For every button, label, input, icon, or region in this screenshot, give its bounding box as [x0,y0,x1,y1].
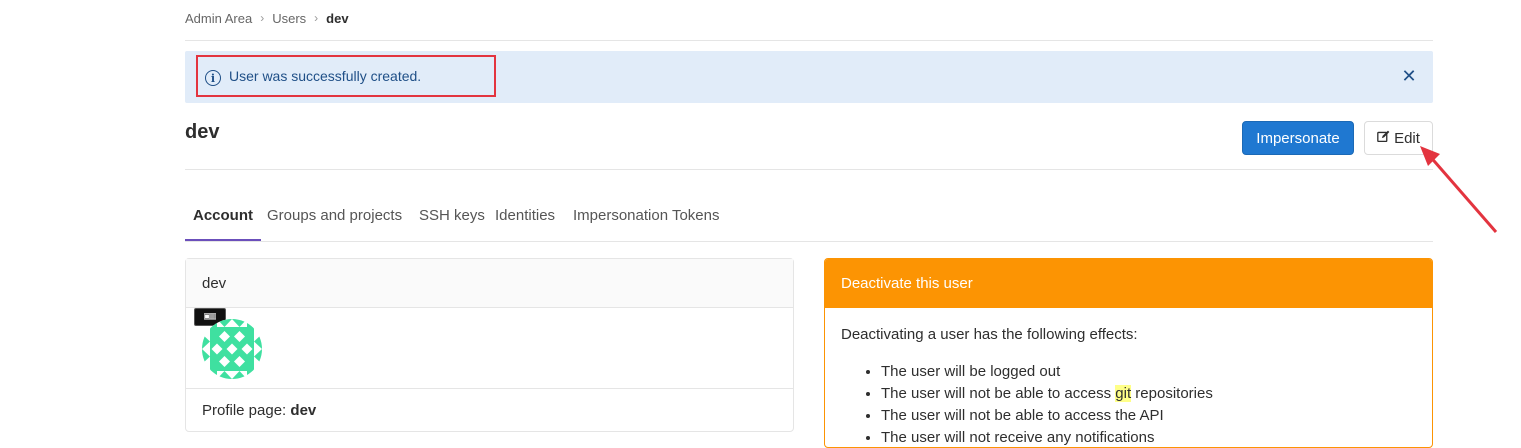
flash-message: User was successfully created. [229,68,422,84]
account-card-header: dev [186,259,793,308]
avatar-section: ▣▥ [186,308,793,389]
profile-page-row: Profile page: dev [186,389,793,432]
divider [185,40,1433,41]
flash-notice: i User was successfully created. ✕ [185,51,1433,103]
close-icon[interactable]: ✕ [1401,66,1417,86]
search-highlight: git [1115,385,1132,402]
user-tabs: Account Groups and projects SSH keys Ide… [185,198,1433,242]
tab-account[interactable]: Account [185,198,261,241]
breadcrumb-users[interactable]: Users [272,11,306,26]
info-circle-icon: i [205,70,221,86]
deactivate-card-header: Deactivate this user [825,259,1432,308]
tab-identities[interactable]: Identities [495,198,555,241]
account-card: dev ▣▥ Profile page: dev [185,258,794,432]
list-item: The user will not be able to access git … [881,383,1416,405]
deactivate-card-body: Deactivating a user has the following ef… [825,308,1432,447]
deactivate-intro: Deactivating a user has the following ef… [841,326,1138,343]
list-item: The user will be logged out [881,361,1416,383]
page-title: dev [185,121,220,143]
impersonate-button[interactable]: Impersonate [1242,121,1354,155]
breadcrumb-admin-area[interactable]: Admin Area [185,11,252,26]
breadcrumb-current-user[interactable]: dev [326,11,348,26]
list-item: The user will not receive any notificati… [881,427,1416,447]
pencil-square-icon [1377,130,1390,146]
deactivate-effects-list: The user will be logged out The user wil… [841,361,1416,447]
deactivate-user-card: Deactivate this user Deactivating a user… [824,258,1433,448]
profile-page-label: Profile page: [202,402,287,419]
tab-groups-and-projects[interactable]: Groups and projects [267,198,402,241]
annotation-arrow-icon [1420,146,1498,233]
tab-ssh-keys[interactable]: SSH keys [419,198,485,241]
divider [185,169,1433,170]
breadcrumb-separator-icon: › [314,11,319,25]
list-item: The user will not be able to access the … [881,405,1416,427]
breadcrumb: Admin Area › Users › dev [185,8,349,28]
avatar [202,319,262,379]
breadcrumb-separator-icon: › [260,11,265,25]
page-container: Admin Area › Users › dev i User was succ… [185,0,1433,448]
profile-page-link[interactable]: dev [290,402,316,419]
tab-impersonation-tokens[interactable]: Impersonation Tokens [573,198,719,241]
